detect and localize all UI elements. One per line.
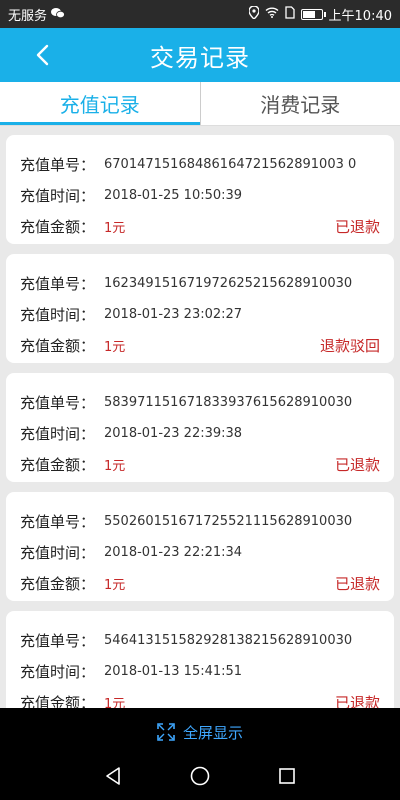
fullscreen-label: 全屏显示: [182, 723, 243, 742]
record-card[interactable]: 充值单号： 546413151582928138215628910030 充值时间…: [6, 611, 394, 708]
page-title: 交易记录: [150, 43, 250, 72]
sim-icon: [284, 5, 295, 23]
record-card[interactable]: 充值单号： 583971151671833937615628910030 充值时间…: [6, 373, 394, 482]
time-label: 充值时间：: [20, 306, 96, 324]
status-text: 已退款: [334, 456, 380, 474]
location-icon: [247, 4, 260, 23]
fullscreen-icon: [157, 723, 175, 741]
status-bar: 无服务 上午10:40: [0, 0, 400, 28]
amount-label: 充值金额：: [20, 456, 96, 474]
square-recents-icon: [278, 768, 295, 784]
order-number: 583971151671833937615628910030: [104, 395, 353, 410]
chevron-left-icon: [36, 44, 49, 66]
nav-home-button[interactable]: [189, 765, 211, 791]
order-label: 充值单号：: [20, 394, 96, 412]
order-label: 充值单号：: [20, 156, 96, 174]
recharge-amount: 1元: [104, 221, 126, 236]
amount-label: 充值金额：: [20, 575, 96, 593]
system-nav-bar: [0, 756, 400, 800]
order-label: 充值单号：: [20, 632, 96, 650]
recharge-amount: 1元: [104, 340, 126, 355]
recharge-time: 2018-01-23 22:21:34: [104, 545, 243, 560]
back-button[interactable]: [28, 38, 58, 72]
triangle-back-icon: [106, 767, 121, 785]
app-header: 交易记录: [0, 28, 400, 82]
record-card[interactable]: 充值单号： 550260151671725521115628910030 充值时间…: [6, 492, 394, 601]
nav-back-button[interactable]: [102, 765, 124, 791]
recharge-time: 2018-01-13 15:41:51: [104, 664, 243, 679]
carrier-text: 无服务: [8, 8, 48, 24]
time-label: 充值时间：: [20, 663, 96, 681]
wifi-icon: [265, 6, 279, 22]
clock-text: 上午10:40: [328, 8, 392, 24]
order-number: 67014715168486164721562891003 0: [104, 157, 357, 172]
tab-bar: 充值记录 消费记录: [0, 82, 400, 126]
wechat-icon: [51, 7, 65, 22]
order-number: 546413151582928138215628910030: [104, 633, 353, 648]
recharge-amount: 1元: [104, 578, 126, 593]
recharge-time: 2018-01-25 10:50:39: [104, 188, 243, 203]
order-number: 162349151671972625215628910030: [104, 276, 353, 291]
status-text: 已退款: [334, 218, 380, 236]
fullscreen-button[interactable]: 全屏显示: [0, 708, 400, 756]
tab-recharge-records[interactable]: 充值记录: [0, 82, 200, 125]
time-label: 充值时间：: [20, 187, 96, 205]
status-text: 已退款: [334, 694, 380, 708]
order-label: 充值单号：: [20, 513, 96, 531]
status-text: 退款驳回: [319, 337, 380, 355]
order-number: 550260151671725521115628910030: [104, 514, 353, 529]
recharge-time: 2018-01-23 23:02:27: [104, 307, 243, 322]
recharge-time: 2018-01-23 22:39:38: [104, 426, 243, 441]
record-card[interactable]: 充值单号： 162349151671972625215628910030 充值时间…: [6, 254, 394, 363]
time-label: 充值时间：: [20, 544, 96, 562]
battery-icon: [300, 8, 326, 20]
recharge-amount: 1元: [104, 697, 126, 708]
order-label: 充值单号：: [20, 275, 96, 293]
amount-label: 充值金额：: [20, 337, 96, 355]
record-list[interactable]: 充值单号： 67014715168486164721562891003 0 充值时…: [0, 126, 400, 708]
record-card[interactable]: 充值单号： 67014715168486164721562891003 0 充值时…: [6, 135, 394, 244]
amount-label: 充值金额：: [20, 694, 96, 708]
tab-consumption-records[interactable]: 消费记录: [199, 82, 400, 125]
status-text: 已退款: [334, 575, 380, 593]
recharge-amount: 1元: [104, 459, 126, 474]
amount-label: 充值金额：: [20, 218, 96, 236]
time-label: 充值时间：: [20, 425, 96, 443]
nav-recents-button[interactable]: [276, 765, 298, 791]
circle-home-icon: [190, 766, 210, 786]
